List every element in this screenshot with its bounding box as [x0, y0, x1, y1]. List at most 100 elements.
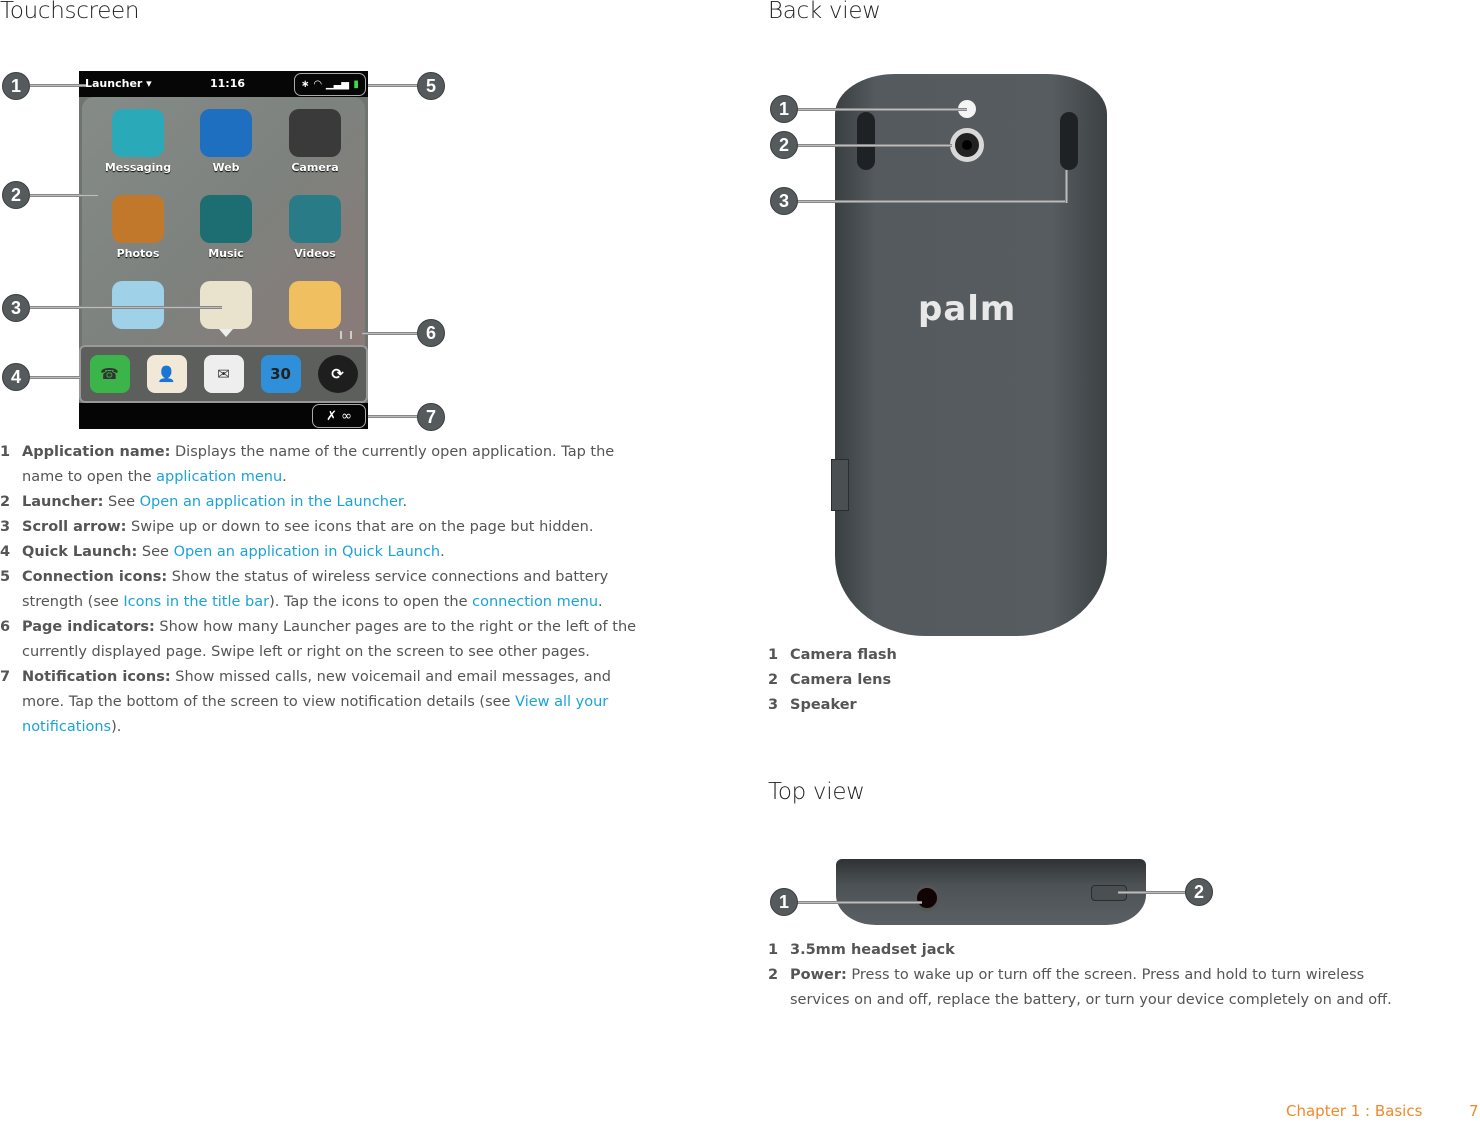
legend-item: 2 Power: Press to wake up or turn off the… [768, 963, 1428, 1013]
top-callout-1: 1 [770, 888, 798, 916]
notification-icons: ✗ ∞ [312, 404, 366, 428]
legend-label: Quick Launch: [22, 544, 138, 560]
top-view-legend: 1 3.5mm headset jack 2 Power: Press to wake… [768, 938, 1428, 1013]
legend-number: 7 [0, 669, 11, 685]
callout-line [30, 194, 98, 197]
callout-line [1065, 170, 1068, 203]
callout-line [30, 376, 80, 379]
callout-1: 1 [2, 72, 30, 100]
launcher-app-icon: Videos [270, 195, 360, 260]
app-icon-graphic [289, 109, 341, 157]
legend-description: . [282, 469, 287, 485]
legend-label: Camera lens [790, 672, 892, 688]
back-callout-1: 1 [770, 95, 798, 123]
callout-7: 7 [417, 403, 445, 431]
notification-bar: ✗ ∞ [79, 403, 368, 429]
legend-description: . [440, 544, 445, 560]
headset-jack [914, 885, 940, 911]
app-icon-graphic [200, 195, 252, 243]
legend-text: Launcher: See Open an application in the… [22, 490, 655, 515]
legend-label: Scroll arrow: [22, 519, 127, 535]
legend-number: 4 [0, 544, 11, 560]
scroll-arrow-icon [219, 329, 233, 337]
cross-reference-link[interactable]: Icons in the title bar [123, 594, 269, 610]
legend-text: Page indicators: Show how many Launcher … [22, 615, 655, 665]
legend-description: . [402, 494, 408, 510]
callout-3: 3 [2, 294, 30, 322]
launcher-app-icon: Photos [93, 195, 183, 260]
legend-item: 1 Camera flash [768, 643, 1168, 668]
legend-label: Notification icons: [22, 669, 171, 685]
legend-item: 4 Quick Launch: See Open an application i… [0, 540, 655, 565]
legend-label: Launcher: [22, 494, 104, 510]
legend-description: See [103, 494, 140, 510]
app-icon-graphic [200, 281, 252, 329]
app-label: Camera [291, 161, 339, 174]
chapter-label: Chapter 1 : Basics [1286, 1102, 1423, 1120]
callout-line [797, 108, 967, 111]
launcher-app-icon [270, 281, 360, 333]
top-view-image [836, 859, 1146, 925]
app-label: Videos [294, 247, 336, 260]
legend-description: ). [111, 719, 122, 735]
legend-number: 3 [0, 519, 11, 535]
callout-line [30, 84, 86, 87]
legend-text: Speaker [790, 693, 1168, 718]
legend-text: Camera flash [790, 643, 1168, 668]
legend-number: 3 [768, 697, 779, 713]
back-view-heading: Back view [768, 0, 881, 24]
legend-item: 6 Page indicators: Show how many Launcher… [0, 615, 655, 665]
callout-line [362, 332, 420, 335]
legend-number: 1 [768, 942, 779, 958]
cross-reference-link[interactable]: Open an application in the Launcher [140, 494, 403, 510]
legend-item: 3 Scroll arrow: Swipe up or down to see i… [0, 515, 655, 540]
clock: 11:16 [210, 77, 246, 90]
wifi-icon: ◠ [313, 79, 322, 90]
app-label: Photos [116, 247, 160, 260]
callout-5: 5 [417, 72, 445, 100]
legend-text: Quick Launch: See Open an application in… [22, 540, 655, 565]
legend-description: . [598, 594, 603, 610]
cross-reference-link[interactable]: connection menu [472, 594, 598, 610]
cross-reference-link[interactable]: Open an application in Quick Launch [174, 544, 441, 560]
quick-launch: ☎ 👤 ✉ 30 ⟳ [79, 345, 368, 403]
callout-line [797, 144, 952, 147]
quick-launch-icon: ⟳ [317, 355, 358, 393]
launcher-app-icon: Web [181, 109, 271, 174]
quick-launch-icon: ☎ [89, 355, 130, 393]
cross-reference-link[interactable]: application menu [156, 469, 282, 485]
app-label: Messaging [104, 161, 172, 174]
callout-4: 4 [2, 363, 30, 391]
launcher-app-icon: Camera [270, 109, 360, 174]
back-view-image: palm [831, 74, 1107, 636]
legend-number: 2 [768, 672, 779, 688]
legend-text: Notification icons: Show missed calls, n… [22, 665, 655, 740]
legend-label: Speaker [790, 697, 857, 713]
legend-label: Camera flash [790, 647, 897, 663]
legend-text: 3.5mm headset jack [790, 938, 1428, 963]
title-bar: Launcher ▾ 11:16 ∗ ◠ ▁▃▅ ▮ [79, 71, 368, 97]
callout-6: 6 [417, 319, 445, 347]
legend-number: 2 [0, 494, 11, 510]
legend-item: 1 3.5mm headset jack [768, 938, 1428, 963]
signal-icon: ▁▃▅ [325, 79, 349, 90]
legend-item: 2 Launcher: See Open an application in th… [0, 490, 655, 515]
callout-2: 2 [2, 181, 30, 209]
legend-text: Connection icons: Show the status of wir… [22, 565, 655, 615]
connection-icons: ∗ ◠ ▁▃▅ ▮ [294, 73, 366, 96]
legend-number: 1 [0, 444, 11, 460]
app-icon-graphic [112, 109, 164, 157]
callout-line [797, 901, 922, 904]
launcher-app-icon: Music [181, 195, 271, 260]
quick-launch-icon: 👤 [146, 355, 187, 393]
side-button [831, 459, 849, 511]
app-icon-graphic [200, 109, 252, 157]
app-icon-graphic [289, 195, 341, 243]
legend-label: Page indicators: [22, 619, 155, 635]
touchscreen-heading: Touchscreen [0, 0, 140, 24]
legend-text: Scroll arrow: Swipe up or down to see ic… [22, 515, 655, 540]
legend-label: Power: [790, 967, 847, 983]
callout-line [368, 84, 420, 87]
callout-line [1118, 891, 1188, 894]
legend-text: Application name: Displays the name of t… [22, 440, 655, 490]
